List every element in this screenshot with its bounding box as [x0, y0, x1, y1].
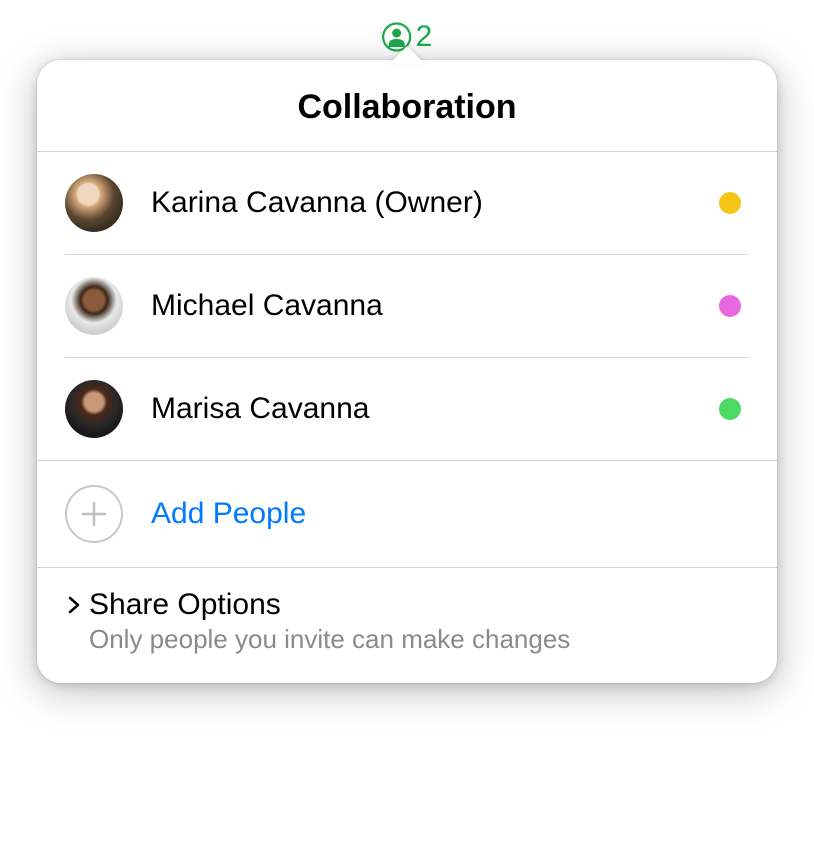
collaborators-list: Karina Cavanna (Owner) Michael Cavanna M…	[37, 152, 777, 460]
add-people-section: Add People	[37, 460, 777, 567]
collaboration-popover: Collaboration Karina Cavanna (Owner) Mic…	[37, 60, 777, 683]
avatar	[65, 380, 123, 438]
collaborator-row[interactable]: Marisa Cavanna	[65, 358, 749, 460]
status-dot	[719, 192, 741, 214]
share-options-button[interactable]: Share Options Only people you invite can…	[37, 567, 777, 683]
popover-header: Collaboration	[37, 60, 777, 152]
add-people-label: Add People	[151, 497, 306, 531]
avatar	[65, 277, 123, 335]
collaborator-name: Michael Cavanna	[151, 289, 719, 323]
plus-icon	[65, 485, 123, 543]
avatar	[65, 174, 123, 232]
collaborator-name: Karina Cavanna (Owner)	[151, 186, 719, 220]
popover-title: Collaboration	[37, 88, 777, 127]
add-people-button[interactable]: Add People	[65, 461, 749, 567]
collaborator-row[interactable]: Karina Cavanna (Owner)	[65, 152, 749, 255]
share-options-title: Share Options	[89, 588, 281, 622]
status-dot	[719, 398, 741, 420]
collaborator-name: Marisa Cavanna	[151, 392, 719, 426]
collaborator-row[interactable]: Michael Cavanna	[65, 255, 749, 358]
share-options-subtitle: Only people you invite can make changes	[89, 624, 749, 655]
popover-arrow	[389, 46, 425, 64]
status-dot	[719, 295, 741, 317]
chevron-right-icon	[65, 596, 83, 614]
